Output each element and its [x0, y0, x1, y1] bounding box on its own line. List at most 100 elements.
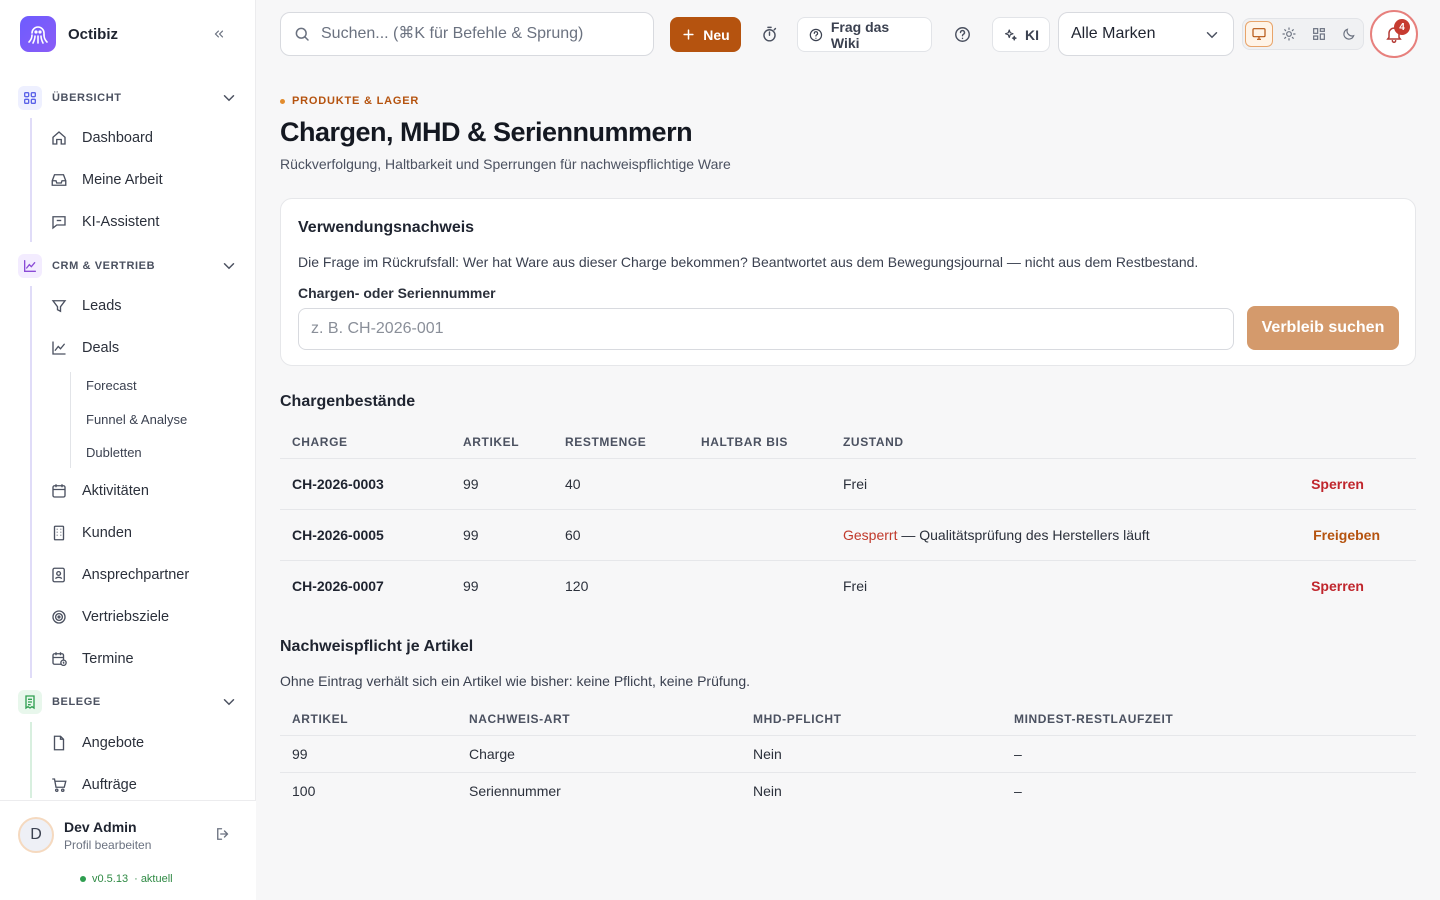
sidebar-item-label: Ansprechpartner: [82, 567, 190, 583]
sidebar-item-activities[interactable]: Aktivitäten: [50, 477, 240, 505]
status-dot: [80, 876, 86, 882]
column-header: MINDEST-RESTLAUFZEIT: [1014, 712, 1174, 726]
article: 99: [463, 527, 479, 543]
sidebar-item-orders[interactable]: Aufträge: [50, 771, 240, 798]
sidebar-item-label: Meine Arbeit: [82, 172, 163, 188]
table-row: CH-2026-0005 99 60 Gesperrt — Qualitätsp…: [280, 509, 1416, 560]
sidebar-item-quotes[interactable]: Angebote: [50, 729, 240, 757]
layout-grid-icon[interactable]: [1305, 21, 1333, 47]
release-batch-button[interactable]: Freigeben: [1313, 527, 1380, 543]
bbd-required: Nein: [753, 783, 782, 799]
inbox-icon: [51, 174, 67, 186]
sidebar-item-label: Deals: [82, 340, 120, 356]
nav-group-documents[interactable]: BELEGE: [18, 690, 242, 714]
sidebar-item-leads[interactable]: Leads: [50, 292, 240, 320]
group-line: [30, 118, 32, 242]
brand-select-value: Alle Marken: [1071, 25, 1156, 42]
article: 99: [463, 476, 479, 492]
ask-wiki-button[interactable]: Frag das Wiki: [797, 17, 932, 52]
edit-profile-link[interactable]: Profil bearbeiten: [64, 838, 151, 852]
sidebar-item-label: Vertriebsziele: [82, 609, 170, 625]
eyebrow-dot: [280, 98, 285, 104]
collapse-sidebar-icon[interactable]: [210, 24, 228, 44]
table-row: 100 Seriennummer Nein –: [280, 772, 1416, 809]
nav-group-label: CRM & VERTRIEB: [52, 260, 156, 272]
batch-id: CH-2026-0005: [292, 527, 384, 543]
home-icon: [52, 131, 66, 145]
article: 99: [463, 578, 479, 594]
sidebar-subitem-funnel[interactable]: Funnel & Analyse: [86, 409, 187, 429]
column-header: ARTIKEL: [463, 435, 520, 449]
user-name: Dev Admin: [64, 819, 137, 835]
sidebar-item-label: Dashboard: [82, 130, 153, 146]
new-button[interactable]: Neu: [670, 17, 741, 52]
calendar-clock-icon: [52, 652, 67, 667]
calendar-icon: [52, 484, 66, 498]
column-header: ARTIKEL: [292, 712, 349, 726]
sidebar-item-sales-goals[interactable]: Vertriebsziele: [50, 603, 240, 631]
batch-number-input[interactable]: [298, 308, 1234, 350]
avatar[interactable]: D: [18, 817, 54, 853]
sidebar-item-label: Aufträge: [82, 777, 137, 793]
sun-icon[interactable]: [1275, 21, 1303, 47]
chevron-down-icon: [223, 95, 235, 102]
sidebar-subitem-duplicates[interactable]: Dubletten: [86, 442, 142, 462]
sidebar-item-dashboard[interactable]: Dashboard: [50, 124, 240, 152]
remaining-qty: 40: [565, 476, 581, 492]
sidebar-item-my-work[interactable]: Meine Arbeit: [50, 166, 240, 194]
column-header: RESTMENGE: [565, 435, 647, 449]
logout-icon[interactable]: [214, 825, 232, 846]
search-box[interactable]: [280, 12, 654, 56]
moon-icon[interactable]: [1335, 21, 1363, 47]
sidebar-item-label: Angebote: [82, 735, 145, 751]
obligation-description: Ohne Eintrag verhält sich ein Artikel wi…: [280, 673, 751, 689]
ai-button[interactable]: KI: [992, 17, 1050, 52]
plus-icon: [683, 29, 694, 40]
version-info: v0.5.13 · aktuell: [80, 873, 173, 885]
sidebar-item-deals[interactable]: Deals: [50, 334, 240, 362]
sidebar-item-appointments[interactable]: Termine: [50, 645, 240, 673]
bbd-required: Nein: [753, 746, 782, 762]
sidebar-item-label: Aktivitäten: [82, 483, 149, 499]
search-input[interactable]: [321, 25, 641, 43]
page-title: Chargen, MHD & Seriennummern: [280, 117, 693, 147]
article: 100: [292, 783, 316, 799]
bot-chat-icon: [52, 216, 66, 230]
brand-select[interactable]: Alle Marken: [1058, 12, 1234, 56]
status-label-blocked: Gesperrt: [843, 527, 898, 543]
notifications-button[interactable]: [1370, 10, 1418, 58]
article: 99: [292, 746, 308, 762]
chevron-down-icon: [223, 699, 235, 706]
app-name: Octibiz: [68, 25, 119, 43]
sidebar-subitem-forecast[interactable]: Forecast: [86, 375, 137, 395]
column-header: CHARGE: [292, 435, 348, 449]
breadcrumb-label: PRODUKTE & LAGER: [292, 95, 420, 107]
file-icon: [53, 735, 65, 751]
column-header: NACHWEIS-ART: [469, 712, 571, 726]
monitor-icon[interactable]: [1245, 21, 1273, 47]
nav-group-crm[interactable]: CRM & VERTRIEB: [18, 254, 242, 278]
chevron-down-icon: [223, 263, 235, 270]
lock-batch-button[interactable]: Sperren: [1311, 476, 1364, 492]
nav-group-overview[interactable]: ÜBERSICHT: [18, 86, 242, 110]
new-button-label: Neu: [703, 26, 730, 43]
timer-icon[interactable]: [758, 23, 780, 45]
trace-card: Verwendungsnachweis Die Frage im Rückruf…: [280, 198, 1416, 366]
sidebar: Octibiz ÜBERSICHT Dashboard Meine Arbeit…: [0, 0, 256, 900]
chart-line-icon: [18, 254, 42, 278]
find-whereabouts-button[interactable]: Verbleib suchen: [1247, 306, 1399, 350]
help-icon[interactable]: [951, 23, 973, 45]
trace-card-title: Verwendungsnachweis: [298, 219, 475, 236]
user-panel: D Dev Admin Profil bearbeiten v0.5.13 · …: [0, 800, 256, 900]
sidebar-item-contacts[interactable]: Ansprechpartner: [50, 561, 240, 589]
lock-batch-button[interactable]: Sperren: [1311, 578, 1364, 594]
notification-count-badge: 4: [1394, 19, 1410, 35]
brand[interactable]: Octibiz: [20, 16, 118, 52]
contact-card-icon: [52, 567, 65, 583]
building-icon: [53, 525, 65, 541]
column-header: MHD-PFLICHT: [753, 712, 842, 726]
sidebar-item-ai-assistant[interactable]: KI-Assistent: [50, 208, 240, 236]
status: Frei: [843, 476, 867, 492]
breadcrumb: PRODUKTE & LAGER: [280, 95, 419, 107]
sidebar-item-customers[interactable]: Kunden: [50, 519, 240, 547]
